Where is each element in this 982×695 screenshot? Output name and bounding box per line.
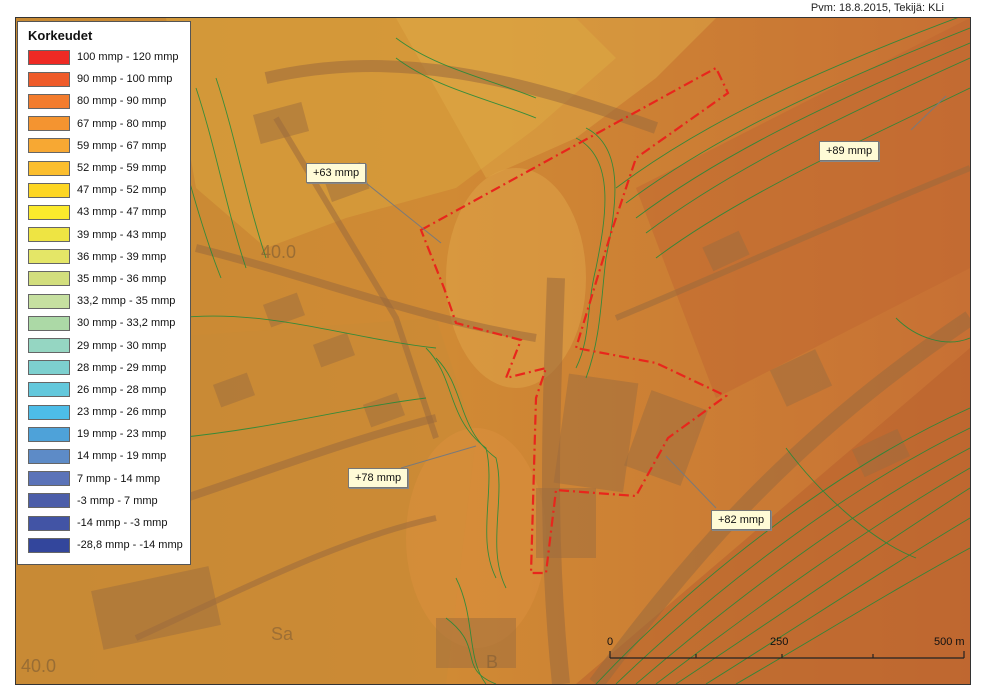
legend-item: 36 mmp - 39 mmp (28, 246, 184, 268)
legend-swatch (28, 204, 70, 220)
legend-item: 29 mmp - 30 mmp (28, 334, 184, 356)
map-grid-label: 40.0 (21, 656, 56, 676)
legend-item: 100 mmp - 120 mmp (28, 46, 184, 68)
legend-item: 26 mmp - 28 mmp (28, 379, 184, 401)
legend-item: 7 mmp - 14 mmp (28, 468, 184, 490)
legend-swatch (28, 71, 70, 87)
legend-item: 28 mmp - 29 mmp (28, 357, 184, 379)
legend-label: -3 mmp - 7 mmp (77, 494, 158, 507)
legend-swatch (28, 360, 70, 376)
legend-title: Korkeudet (28, 28, 93, 43)
scale-label-250: 250 (770, 636, 789, 648)
legend-label: 14 mmp - 19 mmp (77, 450, 167, 463)
legend-item: 67 mmp - 80 mmp (28, 113, 184, 135)
legend-label: 59 mmp - 67 mmp (77, 139, 167, 152)
legend-item: 39 mmp - 43 mmp (28, 224, 184, 246)
legend-swatch (28, 293, 70, 309)
legend-item: -3 mmp - 7 mmp (28, 490, 184, 512)
legend-list: 100 mmp - 120 mmp 90 mmp - 100 mmp 80 mmp … (28, 46, 184, 556)
legend-swatch (28, 227, 70, 243)
legend-item: 19 mmp - 23 mmp (28, 423, 184, 445)
elevation-callout[interactable]: +78 mmp (348, 468, 409, 488)
legend-item: 23 mmp - 26 mmp (28, 401, 184, 423)
legend-label: 52 mmp - 59 mmp (77, 162, 167, 175)
map-place-label: B (486, 652, 498, 672)
legend-swatch (28, 315, 70, 331)
map-credit: Pvm: 18.8.2015, Tekijä: KLi (810, 2, 944, 14)
legend-swatch (28, 338, 70, 354)
legend-label: -28,8 mmp - -14 mmp (77, 539, 183, 552)
legend-swatch (28, 382, 70, 398)
scale-label-0: 0 (607, 636, 614, 648)
legend-item: 59 mmp - 67 mmp (28, 135, 184, 157)
legend-label: 23 mmp - 26 mmp (77, 406, 167, 419)
legend-label: 28 mmp - 29 mmp (77, 361, 167, 374)
legend-swatch (28, 271, 70, 287)
legend-label: 19 mmp - 23 mmp (77, 428, 167, 441)
legend-swatch (28, 49, 70, 65)
legend-label: 80 mmp - 90 mmp (77, 95, 167, 108)
legend-label: -14 mmp - -3 mmp (77, 517, 168, 530)
elevation-callout[interactable]: +82 mmp (711, 510, 772, 530)
legend-label: 100 mmp - 120 mmp (77, 51, 179, 64)
legend-swatch (28, 404, 70, 420)
legend-item: 33,2 mmp - 35 mmp (28, 290, 184, 312)
legend-swatch (28, 493, 70, 509)
legend-label: 33,2 mmp - 35 mmp (77, 295, 176, 308)
elevation-legend: Korkeudet 100 mmp - 120 mmp 90 mmp - 100 … (17, 21, 191, 565)
legend-label: 67 mmp - 80 mmp (77, 117, 167, 130)
map-grid-label: 40.0 (261, 242, 296, 262)
legend-item: 35 mmp - 36 mmp (28, 268, 184, 290)
legend-swatch (28, 93, 70, 109)
legend-label: 47 mmp - 52 mmp (77, 184, 167, 197)
legend-label: 39 mmp - 43 mmp (77, 228, 167, 241)
legend-label: 43 mmp - 47 mmp (77, 206, 167, 219)
elevation-callout[interactable]: +63 mmp (306, 163, 367, 183)
legend-item: 30 mmp - 33,2 mmp (28, 312, 184, 334)
legend-label: 26 mmp - 28 mmp (77, 383, 167, 396)
legend-item: -28,8 mmp - -14 mmp (28, 534, 184, 556)
legend-swatch (28, 448, 70, 464)
legend-item: 14 mmp - 19 mmp (28, 445, 184, 467)
map-place-label: Sa (271, 624, 294, 644)
legend-label: 29 mmp - 30 mmp (77, 339, 167, 352)
legend-item: 43 mmp - 47 mmp (28, 201, 184, 223)
legend-swatch (28, 537, 70, 553)
elevation-callout[interactable]: +89 mmp (819, 141, 880, 161)
legend-swatch (28, 138, 70, 154)
legend-label: 35 mmp - 36 mmp (77, 272, 167, 285)
legend-swatch (28, 515, 70, 531)
legend-item: 80 mmp - 90 mmp (28, 90, 184, 112)
legend-item: -14 mmp - -3 mmp (28, 512, 184, 534)
legend-swatch (28, 249, 70, 265)
legend-item: 47 mmp - 52 mmp (28, 179, 184, 201)
scale-label-500: 500 m (934, 636, 965, 648)
legend-label: 7 mmp - 14 mmp (77, 472, 161, 485)
legend-label: 90 mmp - 100 mmp (77, 73, 173, 86)
legend-swatch (28, 182, 70, 198)
legend-swatch (28, 471, 70, 487)
legend-swatch (28, 426, 70, 442)
legend-item: 90 mmp - 100 mmp (28, 68, 184, 90)
legend-label: 36 mmp - 39 mmp (77, 250, 167, 263)
legend-swatch (28, 160, 70, 176)
legend-label: 30 mmp - 33,2 mmp (77, 317, 176, 330)
legend-item: 52 mmp - 59 mmp (28, 157, 184, 179)
legend-swatch (28, 116, 70, 132)
hill-southwest (406, 428, 546, 648)
